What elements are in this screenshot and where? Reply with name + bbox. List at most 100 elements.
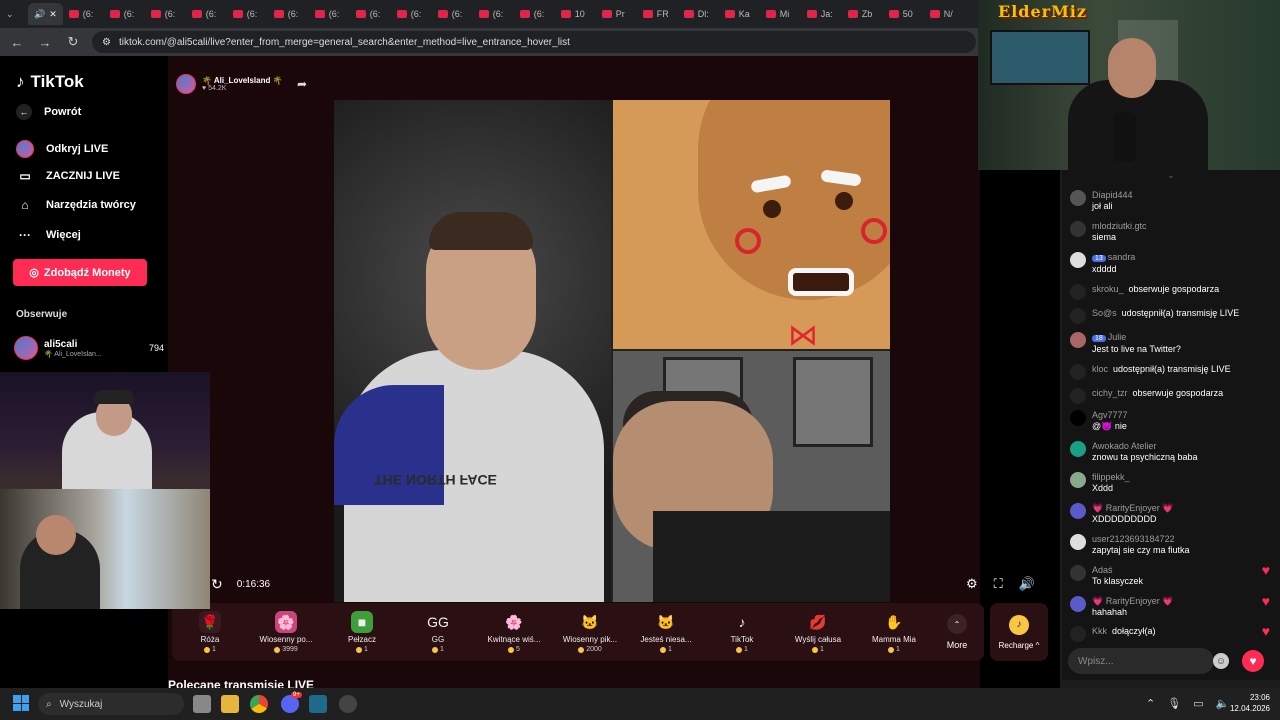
chat-avatar[interactable] — [1070, 221, 1086, 237]
browser-tab[interactable]: FR — [637, 3, 678, 25]
chat-username[interactable]: kloc — [1092, 364, 1108, 374]
browser-tab[interactable]: (6: — [145, 3, 186, 25]
browser-tab[interactable]: (6: — [63, 3, 104, 25]
gift-item[interactable]: 🌸 Kwitnące wiś... 5 — [476, 611, 552, 653]
task-view-icon[interactable] — [193, 695, 211, 713]
obs-icon[interactable] — [339, 695, 357, 713]
chat-avatar[interactable] — [1070, 284, 1086, 300]
like-heart-button[interactable]: ♥ — [1242, 650, 1264, 672]
browser-tab[interactable]: Dl: — [678, 3, 719, 25]
windows-start-icon[interactable] — [13, 695, 29, 711]
chat-avatar[interactable] — [1070, 190, 1086, 206]
tab-list-icon[interactable]: ⌄ — [0, 3, 28, 25]
chat-avatar[interactable] — [1070, 308, 1086, 324]
chat-avatar[interactable] — [1070, 410, 1086, 426]
chat-username[interactable]: 💗 RarityEnjoyer 💗 — [1092, 503, 1173, 513]
recharge-button[interactable]: ♪ Recharge ^ — [990, 603, 1048, 661]
chrome-icon[interactable] — [250, 695, 268, 713]
chat-username[interactable]: Diapid444 — [1092, 190, 1133, 200]
network-icon[interactable]: ▭ — [1193, 697, 1203, 710]
gift-item[interactable]: GG GG 1 — [400, 611, 476, 653]
gift-item[interactable]: ■ Pełzacz 1 — [324, 611, 400, 653]
emoji-icon[interactable]: ☺ — [1213, 653, 1229, 669]
chat-username[interactable]: skroku_ — [1092, 284, 1124, 294]
taskbar-clock[interactable]: 23:06 12.04.2026 — [1220, 692, 1270, 714]
browser-tab[interactable]: (6: — [227, 3, 268, 25]
browser-tab[interactable]: N/ — [924, 3, 965, 25]
browser-tab[interactable]: (6: — [514, 3, 555, 25]
collapse-icon[interactable]: ⌄ — [1062, 170, 1280, 184]
chat-username[interactable]: Agv7777 — [1092, 410, 1128, 420]
browser-tab[interactable]: (6: — [473, 3, 514, 25]
chat-avatar[interactable] — [1070, 565, 1086, 581]
browser-tab[interactable]: (6: — [432, 3, 473, 25]
chat-username[interactable]: Adaś — [1092, 565, 1113, 575]
file-explorer-icon[interactable] — [221, 695, 239, 713]
forward-arrow-icon[interactable]: → — [36, 33, 54, 51]
site-info-icon[interactable]: ⚙ — [102, 37, 111, 48]
following-item[interactable]: ali5cali 🌴 Ali_LoveIslan... 794 — [14, 334, 164, 362]
browser-tab[interactable]: (6: — [104, 3, 145, 25]
chat-username[interactable]: 💗 RarityEnjoyer 💗 — [1092, 596, 1173, 606]
chat-avatar[interactable] — [1070, 626, 1086, 642]
sidebar-item-narz-dzia-tw-rcy[interactable]: ⌂ Narzędzia twórcy — [16, 198, 136, 212]
gift-item[interactable]: 🐱 Jesteś niesa... 1 — [628, 611, 704, 653]
gift-item[interactable]: 🐱 Wiosenny pik... 2000 — [552, 611, 628, 653]
gift-item[interactable]: 💋 Wyślij całusa 1 — [780, 611, 856, 653]
chat-username[interactable]: filippekk_ — [1092, 472, 1130, 482]
chat-input[interactable]: Wpisz... — [1068, 648, 1214, 674]
gift-item[interactable]: 🌹 Róża 1 — [172, 611, 248, 653]
chat-username[interactable]: mlodziutki.gtc — [1092, 221, 1147, 231]
gift-item[interactable]: ✋ Mamma Mia 1 — [856, 611, 932, 653]
chat-avatar[interactable] — [1070, 388, 1086, 404]
chat-username[interactable]: Kkk — [1092, 626, 1107, 636]
chat-username[interactable]: cichy_tzr — [1092, 388, 1128, 398]
share-icon[interactable]: ➦ — [297, 77, 307, 91]
back-link[interactable]: ← Powrót — [16, 104, 81, 120]
chat-username[interactable]: Julie — [1108, 332, 1127, 342]
chat-username[interactable]: So@s — [1092, 308, 1117, 318]
live-video[interactable]: THE NORTH FACE ⋈ — [334, 100, 890, 602]
streamer-avatar[interactable] — [176, 74, 196, 94]
browser-tab[interactable]: Ja: — [801, 3, 842, 25]
chat-avatar[interactable] — [1070, 534, 1086, 550]
browser-tab[interactable]: (6: — [309, 3, 350, 25]
chat-avatar[interactable] — [1070, 364, 1086, 380]
reload-icon[interactable]: ↻ — [64, 33, 82, 51]
gift-item[interactable]: ♪ TikTok 1 — [704, 611, 780, 653]
more-gifts-button[interactable]: ⌃ More — [932, 614, 982, 650]
browser-tab[interactable]: Zb — [842, 3, 883, 25]
url-field[interactable]: ⚙ tiktok.com/@ali5cali/live?enter_from_m… — [92, 31, 976, 53]
microphone-icon[interactable]: 🎙 — [1167, 697, 1181, 710]
sidebar-item-odkryj-live[interactable]: ● Odkryj LIVE — [16, 140, 108, 158]
chat-username[interactable]: Awokado Atelier — [1092, 441, 1156, 451]
browser-tab[interactable]: (6: — [186, 3, 227, 25]
chevron-up-icon[interactable]: ⌃ — [1146, 697, 1155, 710]
close-icon[interactable]: ✕ — [49, 9, 57, 20]
gift-item[interactable]: 🌸 Wiosenny po... 3999 — [248, 611, 324, 653]
chat-avatar[interactable] — [1070, 472, 1086, 488]
tab-active[interactable]: 🔊 ✕ — [28, 3, 63, 25]
chat-avatar[interactable] — [1070, 332, 1086, 348]
fullscreen-icon[interactable]: ⛶ — [994, 576, 1003, 592]
back-arrow-icon[interactable]: ← — [8, 33, 26, 51]
browser-tab[interactable]: 10 — [555, 3, 596, 25]
browser-tab[interactable]: (6: — [350, 3, 391, 25]
browser-tab[interactable]: Ka — [719, 3, 760, 25]
chat-avatar[interactable] — [1070, 503, 1086, 519]
browser-tab[interactable]: 50 — [883, 3, 924, 25]
chat-avatar[interactable] — [1070, 252, 1086, 268]
taskbar-search[interactable]: ⌕ Wyszukaj — [38, 693, 184, 715]
streamer-header[interactable]: 🌴 Ali_LoveIsland 🌴 ♥ 54.2K — [176, 74, 283, 94]
chat-avatar[interactable] — [1070, 596, 1086, 612]
app-icon[interactable] — [309, 695, 327, 713]
sidebar-item-wi-cej[interactable]: ··· Więcej — [16, 228, 81, 242]
chat-username[interactable]: sandra — [1108, 252, 1136, 262]
browser-tab[interactable]: Pr — [596, 3, 637, 25]
settings-icon[interactable]: ⚙ — [966, 576, 978, 592]
chat-username[interactable]: user2123693184722 — [1092, 534, 1175, 544]
tiktok-logo[interactable]: ♪ TikTok — [16, 72, 84, 92]
browser-tab[interactable]: (6: — [268, 3, 309, 25]
sidebar-item-zacznij-live[interactable]: ▭ ZACZNIJ LIVE — [16, 169, 120, 183]
volume-icon[interactable]: 🔊 — [1019, 576, 1035, 592]
